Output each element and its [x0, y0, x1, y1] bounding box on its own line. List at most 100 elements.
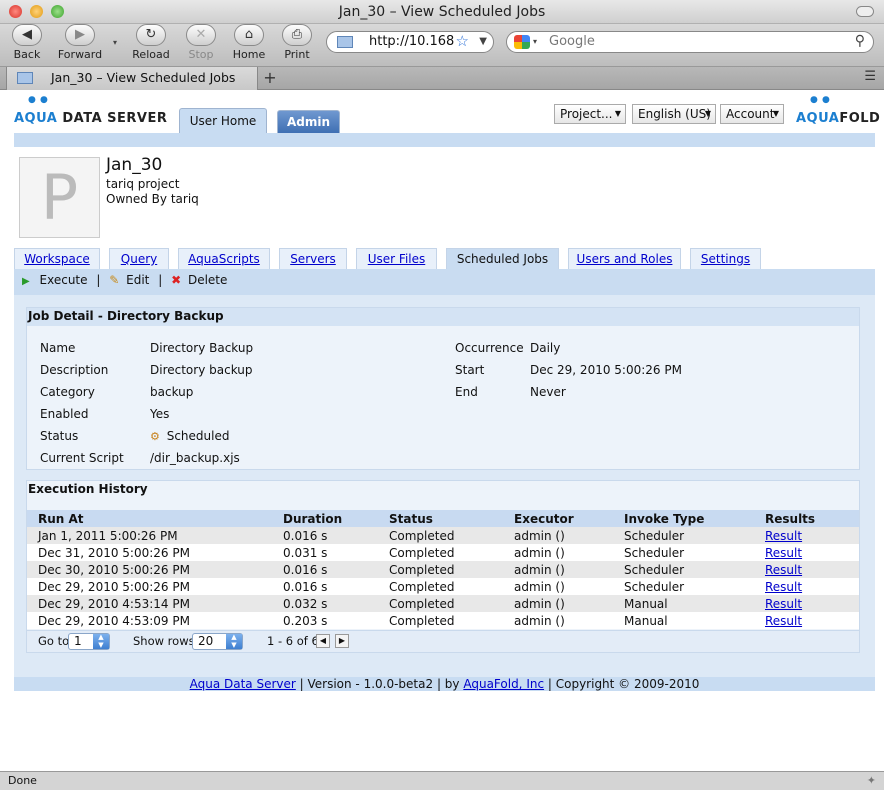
table-cell: Manual: [624, 595, 765, 612]
search-engine-dropdown-icon[interactable]: ▾: [533, 32, 537, 52]
next-page-button[interactable]: ▶: [335, 634, 349, 648]
field-value-occurrence: Daily: [530, 341, 561, 355]
url-dropdown-icon[interactable]: ▼: [479, 32, 487, 52]
execution-history-panel: Execution History Run At Duration Status…: [26, 480, 860, 653]
tab-scheduled-jobs[interactable]: Scheduled Jobs: [446, 248, 559, 270]
status-bar: Done ✦: [0, 771, 884, 790]
table-cell: 0.016 s: [283, 527, 389, 544]
page-footer: Aqua Data Server | Version - 1.0.0-beta2…: [14, 677, 875, 691]
tab-admin[interactable]: Admin: [277, 110, 340, 133]
print-button[interactable]: ⎙ Print: [274, 24, 320, 61]
table-cell: 0.032 s: [283, 595, 389, 612]
status-text: Scheduled: [166, 429, 230, 443]
result-link[interactable]: Result: [765, 563, 802, 577]
printer-icon: ⎙: [282, 24, 312, 46]
result-link[interactable]: Result: [765, 529, 802, 543]
column-header[interactable]: Duration: [283, 510, 389, 527]
browser-tab[interactable]: Jan_30 – View Scheduled Jobs: [6, 67, 258, 90]
field-value-name: Directory Backup: [150, 341, 254, 355]
job-detail-panel: Job Detail - Directory Backup Name Direc…: [26, 307, 860, 470]
column-header[interactable]: Status: [389, 510, 514, 527]
table-cell: admin (): [514, 544, 624, 561]
account-select[interactable]: Account ▼: [720, 104, 784, 124]
tab-users-and-roles[interactable]: Users and Roles: [568, 248, 681, 270]
tab-page-icon: [17, 72, 33, 84]
project-select[interactable]: Project... ▼: [554, 104, 626, 124]
zoom-window-button[interactable]: [51, 5, 64, 18]
delete-button[interactable]: Delete: [188, 273, 227, 287]
tab-workspace[interactable]: Workspace: [14, 248, 100, 270]
result-link[interactable]: Result: [765, 580, 802, 594]
table-cell: Dec 29, 2010 4:53:14 PM: [27, 595, 283, 612]
tab-settings[interactable]: Settings: [690, 248, 761, 270]
reload-icon: ↻: [136, 24, 166, 46]
home-button[interactable]: ⌂ Home: [226, 24, 272, 61]
stop-button[interactable]: ✕ Stop: [178, 24, 224, 61]
field-label: Current Script: [40, 451, 124, 465]
forward-button[interactable]: ▶ Forward: [57, 24, 103, 61]
field-label: End: [455, 385, 478, 399]
result-link[interactable]: Result: [765, 546, 802, 560]
close-window-button[interactable]: [9, 5, 22, 18]
print-label: Print: [284, 48, 310, 61]
field-value-status: ⚙ Scheduled: [150, 429, 229, 443]
table-cell: Completed: [389, 595, 514, 612]
table-cell: 0.203 s: [283, 612, 389, 629]
account-select-value: Account: [726, 107, 775, 121]
prev-page-button[interactable]: ◀: [316, 634, 330, 648]
column-header[interactable]: Run At: [27, 510, 283, 527]
tab-menu-icon[interactable]: ☰: [864, 69, 876, 84]
showrows-select[interactable]: 20 ▲ ▼: [192, 633, 243, 650]
language-select-value: English (US): [638, 107, 711, 121]
action-bar: ▶ Execute | ✎ Edit | ✖ Delete: [14, 269, 875, 295]
toolbar-toggle-button[interactable]: [856, 6, 874, 17]
table-cell: Jan 1, 2011 5:00:26 PM: [27, 527, 283, 544]
table-cell: Dec 29, 2010 5:00:26 PM: [27, 578, 283, 595]
history-dropdown-icon[interactable]: ▾: [113, 38, 117, 47]
play-icon: ▶: [22, 276, 30, 287]
tab-query[interactable]: Query: [109, 248, 169, 270]
language-select[interactable]: English (US) ▼: [632, 104, 716, 124]
table-cell: Completed: [389, 527, 514, 544]
aqua-data-server-logo: ● ● AQUA DATA SERVER: [14, 95, 167, 126]
tab-bar: Jan_30 – View Scheduled Jobs + ☰: [0, 66, 884, 90]
column-header[interactable]: Executor: [514, 510, 624, 527]
new-tab-button[interactable]: +: [258, 68, 282, 88]
separator: |: [96, 273, 101, 287]
aquafold-link[interactable]: AquaFold, Inc: [463, 677, 544, 691]
table-cell: Completed: [389, 612, 514, 629]
job-detail-title: Job Detail - Directory Backup: [27, 308, 859, 326]
tab-user-files[interactable]: User Files: [356, 248, 437, 270]
column-header[interactable]: Results: [765, 510, 859, 527]
minimize-window-button[interactable]: [30, 5, 43, 18]
table-header-row: Run At Duration Status Executor Invoke T…: [27, 510, 859, 527]
back-arrow-icon: ◀: [12, 24, 42, 46]
goto-page-select[interactable]: 1 ▲ ▼: [68, 633, 110, 650]
history-table: Run At Duration Status Executor Invoke T…: [27, 510, 859, 629]
table-cell: 0.016 s: [283, 578, 389, 595]
search-icon[interactable]: ⚲: [855, 31, 865, 51]
result-link[interactable]: Result: [765, 597, 802, 611]
address-bar[interactable]: http://10.168 ☆ ▼: [326, 31, 494, 53]
result-link[interactable]: Result: [765, 614, 802, 628]
search-field[interactable]: ▾ Google ⚲: [506, 31, 874, 53]
tab-servers[interactable]: Servers: [279, 248, 347, 270]
edit-button[interactable]: Edit: [126, 273, 149, 287]
tab-aquascripts[interactable]: AquaScripts: [178, 248, 270, 270]
execute-button[interactable]: Execute: [40, 273, 88, 287]
back-button[interactable]: ◀ Back: [4, 24, 50, 61]
search-placeholder: Google: [549, 34, 595, 49]
reload-button[interactable]: ↻ Reload: [128, 24, 174, 61]
column-header[interactable]: Invoke Type: [624, 510, 765, 527]
table-cell: Scheduler: [624, 578, 765, 595]
table-cell: Manual: [624, 612, 765, 629]
logo-bubbles-icon: ● ●: [810, 95, 831, 105]
table-row: Dec 30, 2010 5:00:26 PM 0.016 s Completed a…: [27, 561, 859, 578]
bookmark-star-icon[interactable]: ☆: [456, 31, 469, 51]
tab-user-home[interactable]: User Home: [179, 108, 267, 134]
forward-label: Forward: [57, 48, 103, 61]
browser-toolbar: ◀ Back ▶ Forward ▾ ↻ Reload ✕ Stop ⌂ Hom…: [0, 24, 884, 66]
web-page: ● ● AQUA DATA SERVER User Home Admin Pro…: [0, 91, 884, 771]
aqua-data-server-link[interactable]: Aqua Data Server: [190, 677, 296, 691]
url-text: http://10.168: [369, 34, 455, 49]
